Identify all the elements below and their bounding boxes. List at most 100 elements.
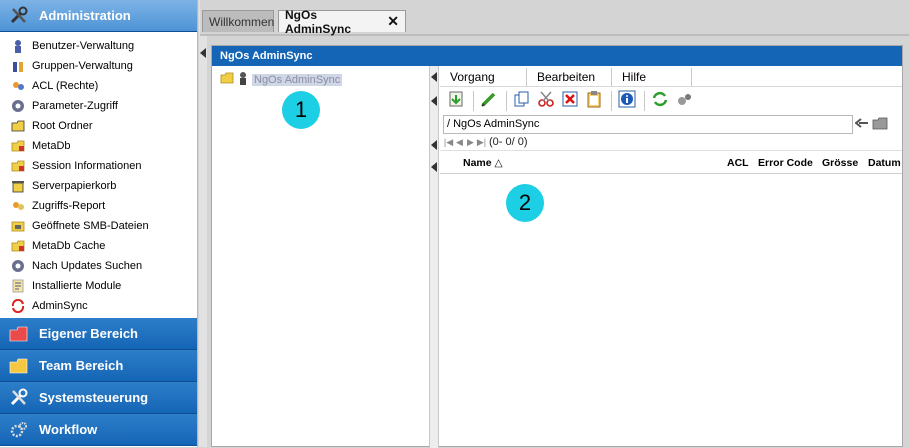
- server-icon: [237, 71, 249, 88]
- prev-page-icon[interactable]: ◀: [454, 136, 465, 148]
- folder-icon: [10, 118, 26, 134]
- metadb-icon: [10, 138, 26, 154]
- menu-item-label: MetaDb: [32, 140, 71, 152]
- page-info: (0- 0/ 0): [489, 136, 528, 148]
- next-page-icon[interactable]: ▶: [465, 136, 476, 148]
- accordion-label: Team Bereich: [39, 358, 124, 373]
- cut-button[interactable]: [535, 90, 557, 112]
- menu-item-gruppen[interactable]: Gruppen-Verwaltung: [0, 56, 197, 76]
- refresh-icon: [651, 90, 669, 111]
- arrow-left-icon: [854, 117, 869, 131]
- refresh-button[interactable]: [649, 90, 671, 112]
- panel-splitter[interactable]: [430, 66, 439, 448]
- sidebar: Administration Benutzer-Verwaltung Grupp…: [0, 0, 198, 447]
- toolbar-separator: [473, 90, 474, 111]
- menu-item-serverpapierkorb[interactable]: Serverpapierkorb: [0, 176, 197, 196]
- column-groesse[interactable]: Grösse: [822, 157, 858, 169]
- menu-item-parameter[interactable]: Parameter-Zugriff: [0, 96, 197, 116]
- menu-item-root-ordner[interactable]: Root Ordner: [0, 116, 197, 136]
- folder-yellow-icon: [8, 355, 30, 377]
- collapse-left-icon[interactable]: [431, 140, 437, 150]
- acl-icon: [10, 78, 26, 94]
- menu-bearbeiten[interactable]: Bearbeiten: [527, 68, 612, 86]
- menu-item-label: Zugriffs-Report: [32, 200, 106, 212]
- menu-item-label: MetaDb Cache: [32, 240, 106, 252]
- delete-button[interactable]: [559, 90, 581, 112]
- paste-button[interactable]: [583, 90, 605, 112]
- import-button[interactable]: [445, 90, 467, 112]
- parameter-icon: [10, 98, 26, 114]
- paste-icon: [585, 90, 603, 111]
- accordion-label: Workflow: [39, 422, 98, 437]
- first-page-icon[interactable]: |◀: [443, 136, 454, 148]
- sidebar-collapse-handle[interactable]: [199, 0, 207, 447]
- folder-icon: [220, 72, 234, 87]
- collapse-left-icon[interactable]: [431, 162, 437, 172]
- panel-title: NgOs AdminSync: [212, 46, 902, 66]
- tab-label: NgOs AdminSync: [285, 7, 352, 36]
- menu-item-benutzer[interactable]: Benutzer-Verwaltung: [0, 36, 197, 56]
- column-error-code[interactable]: Error Code: [758, 157, 813, 169]
- column-datum[interactable]: Datum: [868, 157, 901, 169]
- menu-item-label: Installierte Module: [32, 280, 122, 292]
- path-input[interactable]: [443, 114, 853, 134]
- import-icon: [447, 90, 465, 111]
- accordion-workflow[interactable]: Workflow: [0, 414, 197, 446]
- menu-item-adminsync[interactable]: AdminSync: [0, 296, 197, 316]
- menu-item-label: ACL (Rechte): [32, 80, 99, 92]
- menu-item-metadb[interactable]: MetaDb: [0, 136, 197, 156]
- toolbar-separator: [644, 90, 645, 111]
- menu-item-zugriffs-report[interactable]: Zugriffs-Report: [0, 196, 197, 216]
- menu-item-label: Parameter-Zugriff: [32, 100, 118, 112]
- tab-willkommen[interactable]: Willkommen: [202, 10, 274, 32]
- file-pane: Vorgang Bearbeiten Hilfe |◀ ◀: [440, 66, 902, 448]
- menu-item-label: Session Informationen: [32, 160, 142, 172]
- menu-item-metadb-cache[interactable]: MetaDb Cache: [0, 236, 197, 256]
- folder-tree: NgOs AdminSync: [212, 66, 430, 448]
- accordion-systemsteuerung[interactable]: Systemsteuerung: [0, 382, 197, 414]
- accordion-administration[interactable]: Administration: [0, 0, 197, 32]
- menu-item-session[interactable]: Session Informationen: [0, 156, 197, 176]
- trash-icon: [10, 178, 26, 194]
- column-name-label: Name: [463, 157, 492, 169]
- back-button[interactable]: [853, 115, 871, 133]
- accordion-team-bereich[interactable]: Team Bereich: [0, 350, 197, 382]
- accordion-label: Administration: [39, 8, 131, 23]
- menu-item-updates[interactable]: Nach Updates Suchen: [0, 256, 197, 276]
- collapse-left-icon[interactable]: [431, 72, 437, 82]
- tools-icon: [8, 387, 30, 409]
- group-icon: [10, 58, 26, 74]
- tab-ngos-adminsync[interactable]: NgOs AdminSync ✕: [278, 8, 406, 36]
- menu-item-smb-dateien[interactable]: Geöffnete SMB-Dateien: [0, 216, 197, 236]
- menu-item-label: Benutzer-Verwaltung: [32, 40, 135, 52]
- column-acl[interactable]: ACL: [727, 157, 749, 169]
- last-page-icon[interactable]: ▶|: [476, 136, 487, 148]
- parent-folder-button[interactable]: [871, 115, 889, 133]
- user-icon: [10, 38, 26, 54]
- sync-gears-icon: [675, 90, 693, 111]
- tree-node-root[interactable]: NgOs AdminSync: [220, 71, 343, 88]
- close-icon[interactable]: ✕: [387, 13, 399, 30]
- info-button[interactable]: [616, 90, 638, 112]
- menu-item-module[interactable]: Installierte Module: [0, 276, 197, 296]
- copy-button[interactable]: [511, 90, 533, 112]
- menu-item-label: Serverpapierkorb: [32, 180, 117, 192]
- accordion-eigener-bereich[interactable]: Eigener Bereich: [0, 318, 197, 350]
- annotation-badge-2: 2: [506, 184, 544, 222]
- tree-node-label: NgOs AdminSync: [252, 73, 343, 86]
- folder-up-icon: [872, 116, 888, 133]
- module-icon: [10, 278, 26, 294]
- update-icon: [10, 258, 26, 274]
- sync-button[interactable]: [673, 90, 695, 112]
- edit-button[interactable]: [478, 90, 500, 112]
- menu-item-label: Root Ordner: [32, 120, 93, 132]
- report-icon: [10, 198, 26, 214]
- delete-icon: [561, 90, 579, 111]
- menu-item-acl[interactable]: ACL (Rechte): [0, 76, 197, 96]
- column-name[interactable]: Name △: [463, 157, 503, 169]
- menu-vorgang[interactable]: Vorgang: [440, 68, 527, 86]
- path-row: [440, 114, 902, 134]
- toolbar-separator: [506, 90, 507, 111]
- collapse-left-icon[interactable]: [431, 96, 437, 106]
- menu-hilfe[interactable]: Hilfe: [612, 68, 692, 86]
